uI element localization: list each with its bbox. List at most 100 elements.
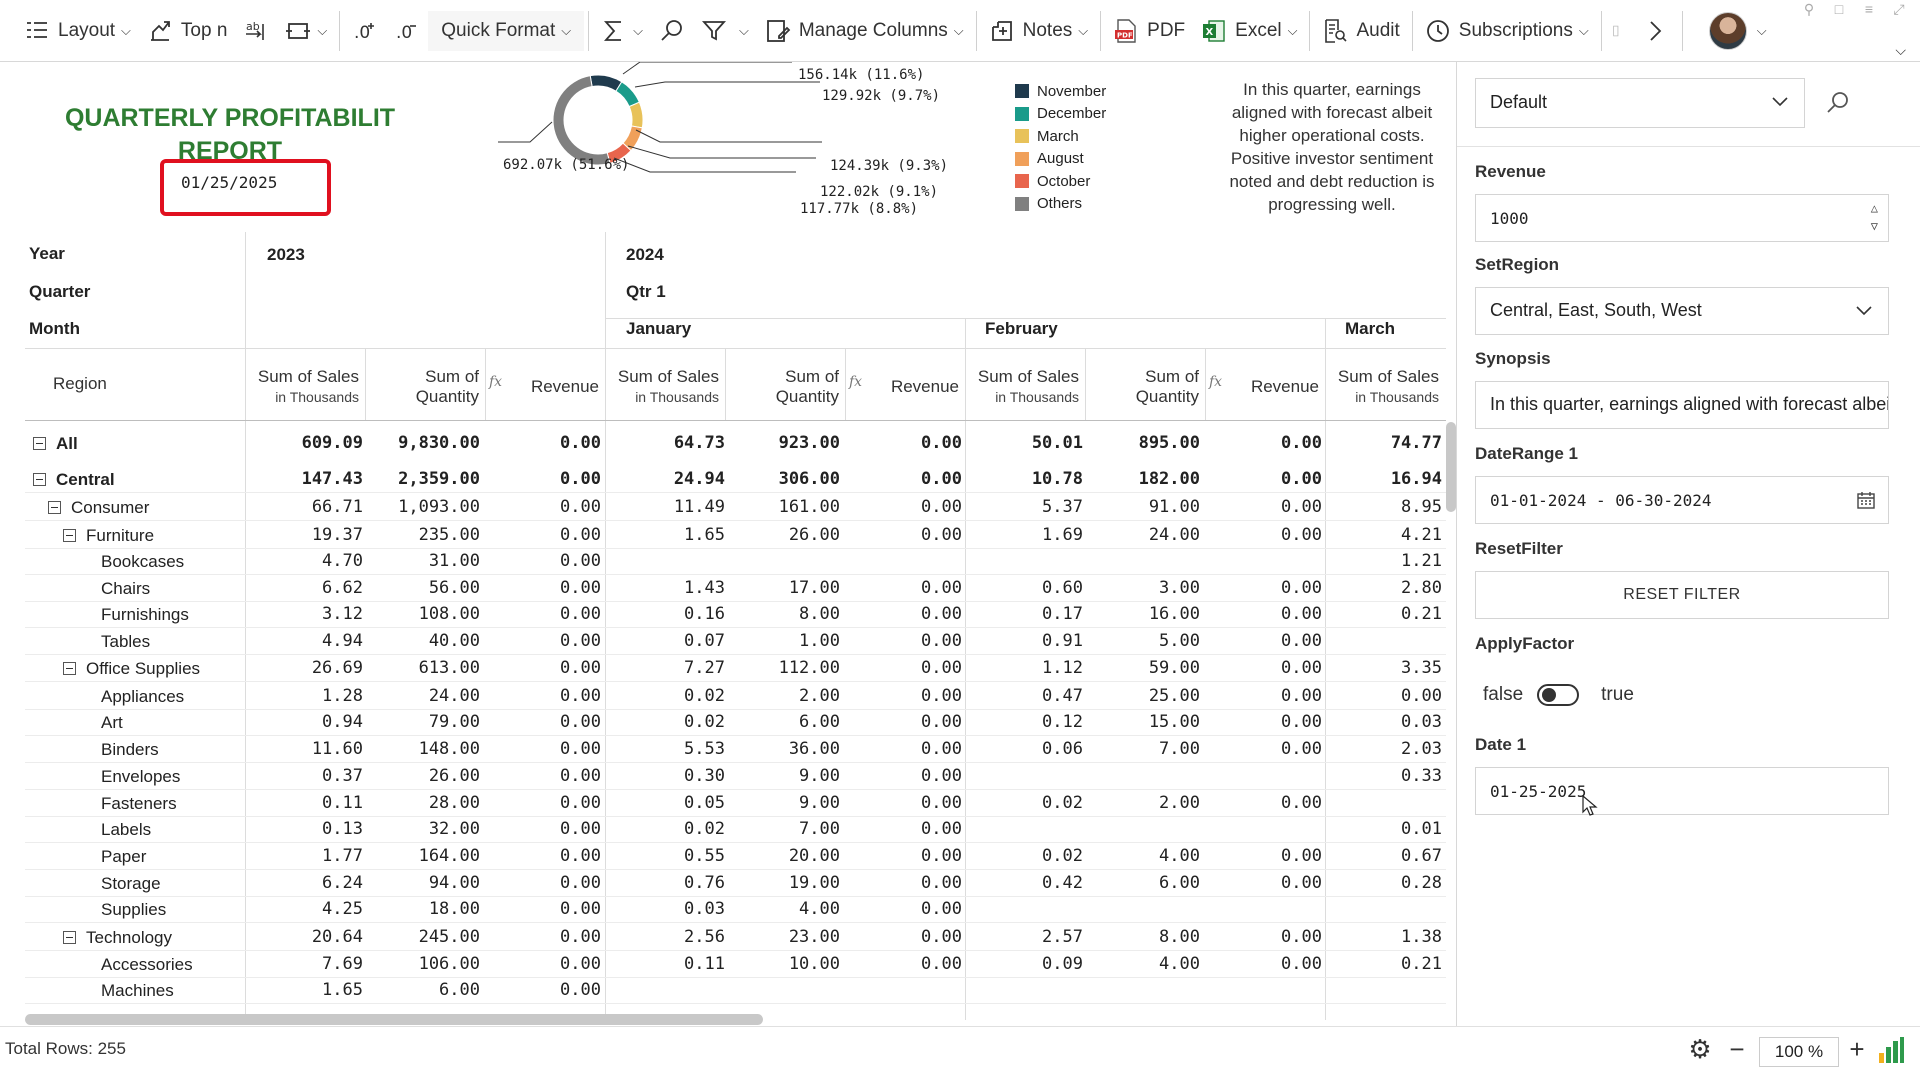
table-cell[interactable]: 20.64 xyxy=(248,924,363,951)
collapse-icon[interactable] xyxy=(33,473,46,486)
table-row[interactable]: Supplies 4.25 18.00 0.00 0.03 4.00 0.00 xyxy=(25,896,1446,923)
table-cell[interactable]: 8.00 xyxy=(725,601,840,628)
region-column-header[interactable]: Region xyxy=(53,374,107,394)
table-cell[interactable]: 4.94 xyxy=(248,628,363,655)
table-cell[interactable]: 1.43 xyxy=(610,575,725,602)
calendar-icon[interactable] xyxy=(1856,490,1876,510)
reset-filter-button[interactable]: RESET FILTER xyxy=(1475,571,1889,619)
table-cell[interactable]: 0.00 xyxy=(1207,655,1322,682)
table-cell[interactable]: 147.43 xyxy=(248,466,363,493)
table-cell[interactable]: 16.94 xyxy=(1327,466,1442,493)
collapse-icon[interactable] xyxy=(63,529,76,542)
table-cell[interactable]: 66.71 xyxy=(248,494,363,521)
table-cell[interactable]: 0.00 xyxy=(486,522,601,549)
manage-columns-button[interactable]: Manage Columns ⌵ xyxy=(757,11,972,51)
table-cell[interactable]: 0.00 xyxy=(1207,870,1322,897)
table-cell[interactable]: 0.00 xyxy=(486,683,601,710)
table-cell[interactable]: 24.00 xyxy=(365,683,480,710)
quarter-header[interactable]: Qtr 1 xyxy=(626,282,666,302)
quantity-column-header[interactable]: Sum of Quantity xyxy=(365,352,485,422)
table-cell[interactable]: 1.00 xyxy=(725,628,840,655)
table-cell[interactable]: 15.00 xyxy=(1085,709,1200,736)
table-cell[interactable]: 31.00 xyxy=(365,548,480,575)
table-row[interactable]: Accessories 7.69 106.00 0.00 0.11 10.00 0.00 0.… xyxy=(25,951,1446,978)
table-cell[interactable]: 0.30 xyxy=(610,763,725,790)
table-cell[interactable]: 0.03 xyxy=(1327,709,1442,736)
table-cell[interactable]: 0.47 xyxy=(968,683,1083,710)
table-cell[interactable]: 0.00 xyxy=(486,709,601,736)
table-cell[interactable]: 0.00 xyxy=(486,896,601,923)
revenue-column-header[interactable]: Revenue xyxy=(485,352,605,422)
table-cell[interactable]: 0.42 xyxy=(968,870,1083,897)
table-cell[interactable]: 0.00 xyxy=(847,522,962,549)
table-cell[interactable]: 0.00 xyxy=(1207,951,1322,978)
table-cell[interactable]: 1,093.00 xyxy=(365,494,480,521)
table-cell[interactable]: 1.21 xyxy=(1327,548,1442,575)
synopsis-input[interactable]: In this quarter, earnings aligned with f… xyxy=(1475,381,1889,429)
table-cell[interactable]: 148.00 xyxy=(365,736,480,763)
month-february-header[interactable]: February xyxy=(985,319,1058,339)
table-cell[interactable]: 0.00 xyxy=(847,628,962,655)
toolbar-scroll-right-button[interactable] xyxy=(1632,11,1678,51)
table-cell[interactable]: 6.24 xyxy=(248,870,363,897)
table-cell[interactable]: 0.00 xyxy=(486,494,601,521)
table-cell[interactable]: 0.21 xyxy=(1327,601,1442,628)
table-cell[interactable]: 0.03 xyxy=(610,896,725,923)
table-cell[interactable]: 0.02 xyxy=(610,683,725,710)
table-cell[interactable]: 609.09 xyxy=(248,430,363,457)
bar-chart-icon[interactable] xyxy=(1876,1035,1906,1065)
table-cell[interactable]: 4.25 xyxy=(248,896,363,923)
table-cell[interactable]: 28.00 xyxy=(365,790,480,817)
zoom-out-icon[interactable]: − xyxy=(1722,1035,1752,1065)
table-cell[interactable]: 0.00 xyxy=(847,466,962,493)
table-cell[interactable]: 0.00 xyxy=(486,736,601,763)
table-cell[interactable]: 0.07 xyxy=(610,628,725,655)
table-row[interactable]: Furniture 19.37 235.00 0.00 1.65 26.00 0.00 1.6… xyxy=(25,522,1446,549)
table-cell[interactable]: 0.00 xyxy=(1207,522,1322,549)
layout-button[interactable]: Layout ⌵ xyxy=(16,11,139,51)
table-cell[interactable]: 0.00 xyxy=(486,843,601,870)
revenue-column-header[interactable]: Revenue xyxy=(1205,352,1325,422)
expand-icon[interactable]: ⤢ xyxy=(1890,0,1908,18)
table-cell[interactable]: 7.00 xyxy=(1085,736,1200,763)
table-cell[interactable]: 0.00 xyxy=(847,896,962,923)
table-cell[interactable]: 0.00 xyxy=(847,843,962,870)
notes-button[interactable]: Notes ⌵ xyxy=(981,11,1097,51)
table-cell[interactable]: 2.00 xyxy=(1085,790,1200,817)
table-cell[interactable]: 3.35 xyxy=(1327,655,1442,682)
revenue-column-header[interactable]: Revenue xyxy=(845,352,965,422)
table-cell[interactable]: 245.00 xyxy=(365,924,480,951)
table-cell[interactable]: 0.02 xyxy=(968,790,1083,817)
table-cell[interactable]: 0.37 xyxy=(248,763,363,790)
sales-column-header[interactable]: Sum of Sales in Thousands xyxy=(605,352,725,422)
table-cell[interactable]: 23.00 xyxy=(725,924,840,951)
table-cell[interactable]: 895.00 xyxy=(1085,430,1200,457)
zoom-level[interactable]: 100 % xyxy=(1759,1037,1839,1067)
table-cell[interactable]: 0.00 xyxy=(1207,924,1322,951)
table-cell[interactable]: 0.91 xyxy=(968,628,1083,655)
sales-column-header[interactable]: Sum of Sales in Thousands xyxy=(1325,352,1445,422)
table-cell[interactable]: 18.00 xyxy=(365,896,480,923)
table-cell[interactable]: 0.00 xyxy=(1207,575,1322,602)
table-row[interactable]: Furnishings 3.12 108.00 0.00 0.16 8.00 0.00 0.1… xyxy=(25,601,1446,628)
resize-button[interactable]: ⌵ xyxy=(277,11,335,51)
table-cell[interactable]: 94.00 xyxy=(365,870,480,897)
year-2024-header[interactable]: 2024 xyxy=(626,245,664,265)
settings-gear-icon[interactable]: ⚙ xyxy=(1685,1035,1715,1065)
table-cell[interactable]: 0.00 xyxy=(486,655,601,682)
table-cell[interactable]: 56.00 xyxy=(365,575,480,602)
table-cell[interactable]: 0.00 xyxy=(486,763,601,790)
table-cell[interactable]: 161.00 xyxy=(725,494,840,521)
table-cell[interactable]: 0.94 xyxy=(248,709,363,736)
table-cell[interactable]: 0.13 xyxy=(248,816,363,843)
table-cell[interactable]: 0.21 xyxy=(1327,951,1442,978)
table-cell[interactable]: 40.00 xyxy=(365,628,480,655)
table-cell[interactable]: 50.01 xyxy=(968,430,1083,457)
table-cell[interactable]: 0.00 xyxy=(486,575,601,602)
table-cell[interactable]: 0.00 xyxy=(486,601,601,628)
table-cell[interactable]: 0.00 xyxy=(847,601,962,628)
table-cell[interactable]: 0.00 xyxy=(486,951,601,978)
revenue-input[interactable]: 1000 △ ▽ xyxy=(1475,194,1889,242)
aggregate-button[interactable]: ⌵ xyxy=(593,11,651,51)
quick-format-dropdown[interactable]: Quick Format ⌵ xyxy=(428,10,585,51)
